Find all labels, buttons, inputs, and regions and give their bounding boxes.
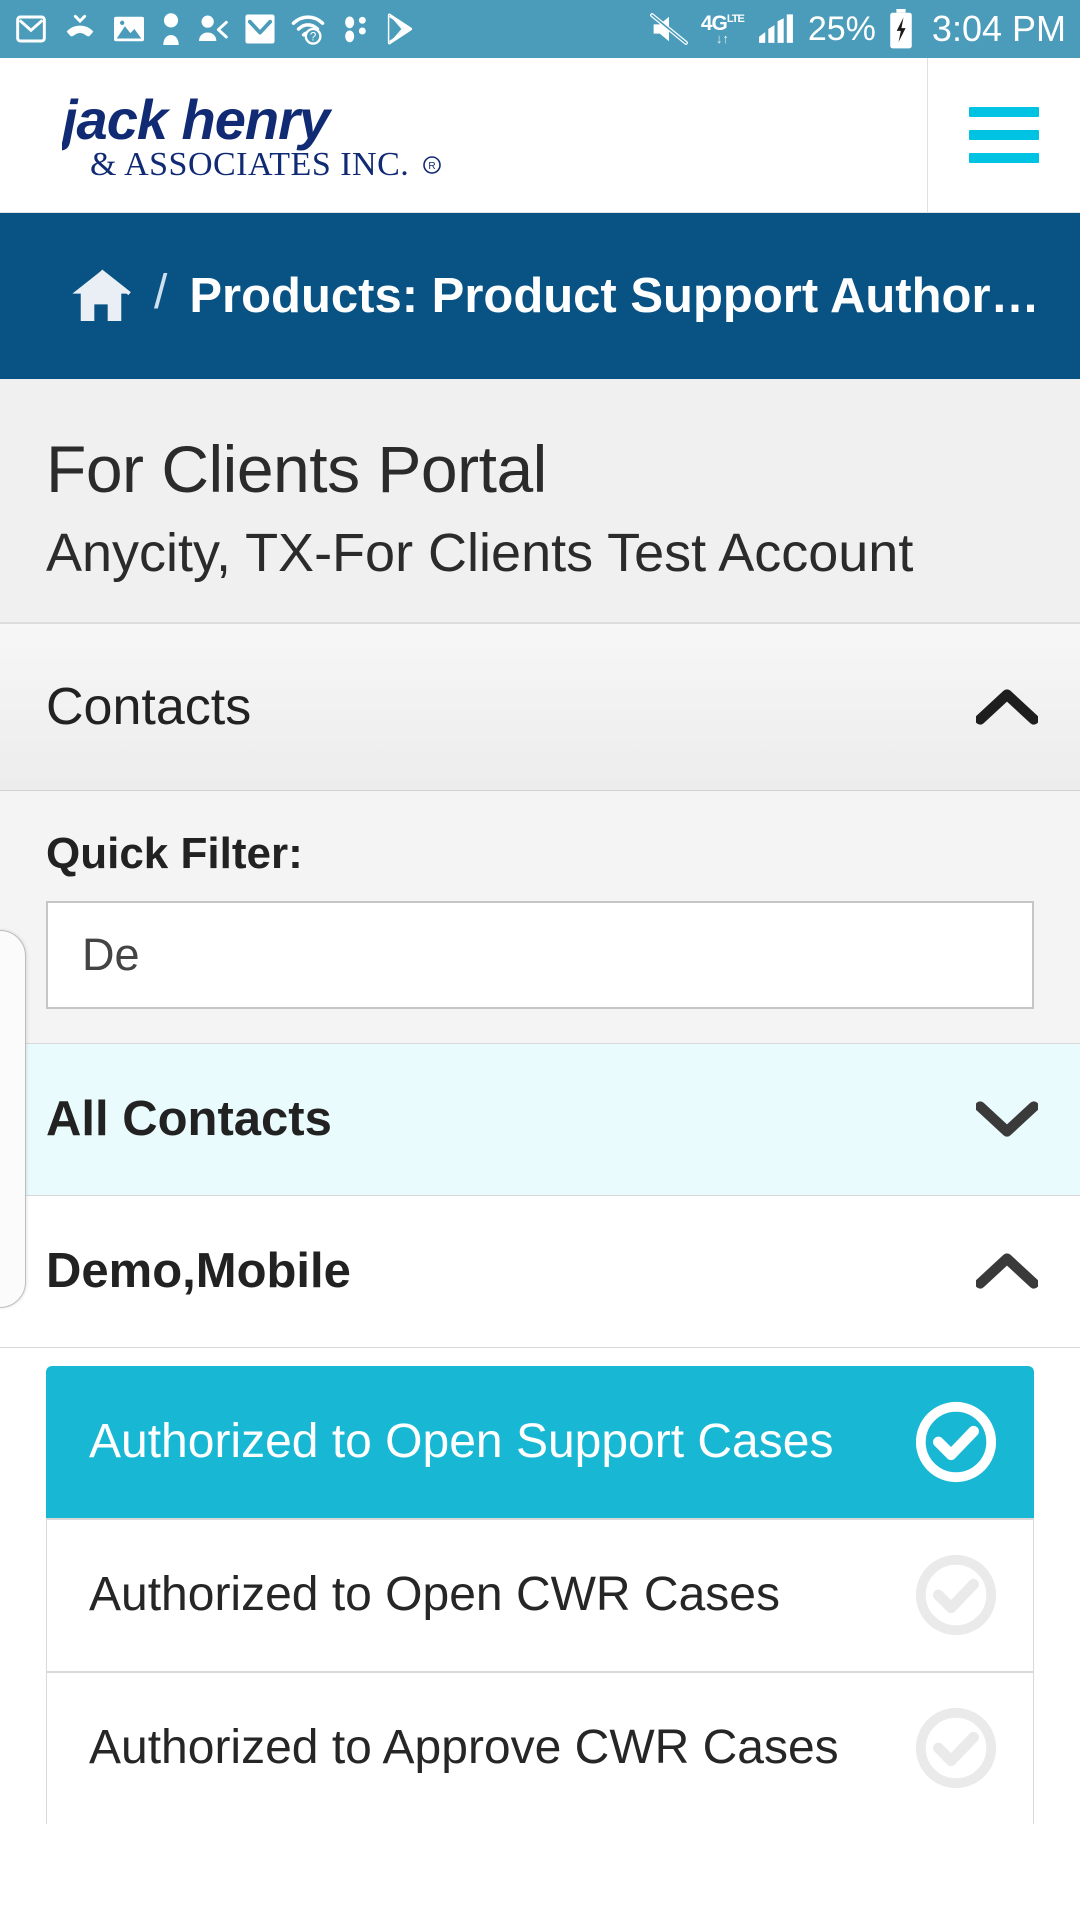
check-circle-icon[interactable] xyxy=(913,1552,999,1638)
group-label: Demo,Mobile xyxy=(46,1244,351,1299)
signal-bars-icon xyxy=(756,12,796,46)
bluetooth-devices-icon xyxy=(340,13,370,45)
battery-charging-icon xyxy=(888,9,914,49)
home-icon[interactable] xyxy=(70,267,132,325)
permission-label: Authorized to Open Support Cases xyxy=(89,1415,834,1469)
data-arrows-icon: ↓↑ xyxy=(715,31,729,46)
group-row-all-contacts[interactable]: All Contacts xyxy=(0,1043,1080,1196)
contacts-panel-header[interactable]: Contacts xyxy=(0,622,1080,791)
gmail-icon xyxy=(14,13,48,45)
menu-button[interactable] xyxy=(928,58,1080,212)
group-row-demo-mobile[interactable]: Demo,Mobile xyxy=(0,1195,1080,1348)
page-subtitle: Anycity, TX-For Clients Test Account xyxy=(46,522,914,583)
brand-logo[interactable]: jack henry & ASSOCIATES INC. R xyxy=(0,58,928,212)
status-notification-icons: ? xyxy=(14,13,416,45)
check-circle-icon[interactable] xyxy=(913,1705,999,1791)
app-header: jack henry & ASSOCIATES INC. R xyxy=(0,58,1080,213)
breadcrumb-current-page[interactable]: Products: Product Support Author… xyxy=(189,271,1039,321)
edge-swipe-drawer-handle[interactable] xyxy=(0,930,26,1308)
quick-filter-input[interactable] xyxy=(46,900,1034,1009)
permission-list: Authorized to Open Support Cases Authori… xyxy=(0,1347,1080,1824)
svg-text:R: R xyxy=(428,161,435,172)
permission-label: Authorized to Open CWR Cases xyxy=(89,1568,780,1622)
missed-call-icon xyxy=(62,13,98,45)
android-status-bar: ? 4GLTE ↓↑ 25% 3:04 PM xyxy=(0,0,1080,58)
svg-text:?: ? xyxy=(310,31,317,44)
permission-row-open-cwr-cases[interactable]: Authorized to Open CWR Cases xyxy=(46,1518,1034,1671)
chevron-up-icon[interactable] xyxy=(976,1251,1038,1291)
permission-label: Authorized to Approve CWR Cases xyxy=(89,1721,839,1775)
check-circle-icon[interactable] xyxy=(913,1399,999,1485)
contact-icon xyxy=(160,13,182,45)
svg-text:& ASSOCIATES INC.: & ASSOCIATES INC. xyxy=(90,146,409,183)
svg-text:jack henry: jack henry xyxy=(62,88,333,151)
network-sub-label: LTE xyxy=(726,13,745,25)
quick-filter-label: Quick Filter: xyxy=(46,828,303,878)
email-icon xyxy=(244,13,276,45)
jack-henry-logo-svg: jack henry & ASSOCIATES INC. R xyxy=(62,88,441,183)
network-type-indicator: 4GLTE ↓↑ xyxy=(701,13,745,46)
permission-row-open-support-cases[interactable]: Authorized to Open Support Cases xyxy=(46,1365,1034,1518)
contacts-panel: Contacts Quick Filter: All Contacts Demo… xyxy=(0,622,1080,1824)
contact-share-icon xyxy=(196,13,230,45)
page-header-block: For Clients Portal Anycity, TX-For Clien… xyxy=(0,379,1080,623)
status-system-icons: 4GLTE ↓↑ 25% 3:04 PM xyxy=(649,9,1066,49)
breadcrumb-separator: / xyxy=(154,266,168,319)
battery-percent-label: 25% xyxy=(807,10,876,48)
page-title: For Clients Portal xyxy=(46,432,547,506)
contacts-panel-title: Contacts xyxy=(46,677,252,736)
volume-mute-icon xyxy=(649,12,689,46)
breadcrumb: / Products: Product Support Author… xyxy=(0,213,1080,379)
photo-icon xyxy=(112,14,146,44)
play-store-icon xyxy=(384,13,416,45)
quick-filter-zone: Quick Filter: xyxy=(0,790,1080,1044)
wifi-question-icon: ? xyxy=(290,13,326,45)
clock-label: 3:04 PM xyxy=(931,8,1066,49)
group-label: All Contacts xyxy=(46,1092,332,1147)
permission-row-approve-cwr-cases[interactable]: Authorized to Approve CWR Cases xyxy=(46,1671,1034,1824)
chevron-up-icon[interactable] xyxy=(976,687,1038,727)
mobile-screen: ? 4GLTE ↓↑ 25% 3:04 PM jack henry & ASSO… xyxy=(0,0,1080,1920)
hamburger-menu-icon xyxy=(969,107,1039,163)
chevron-down-icon[interactable] xyxy=(976,1099,1038,1139)
